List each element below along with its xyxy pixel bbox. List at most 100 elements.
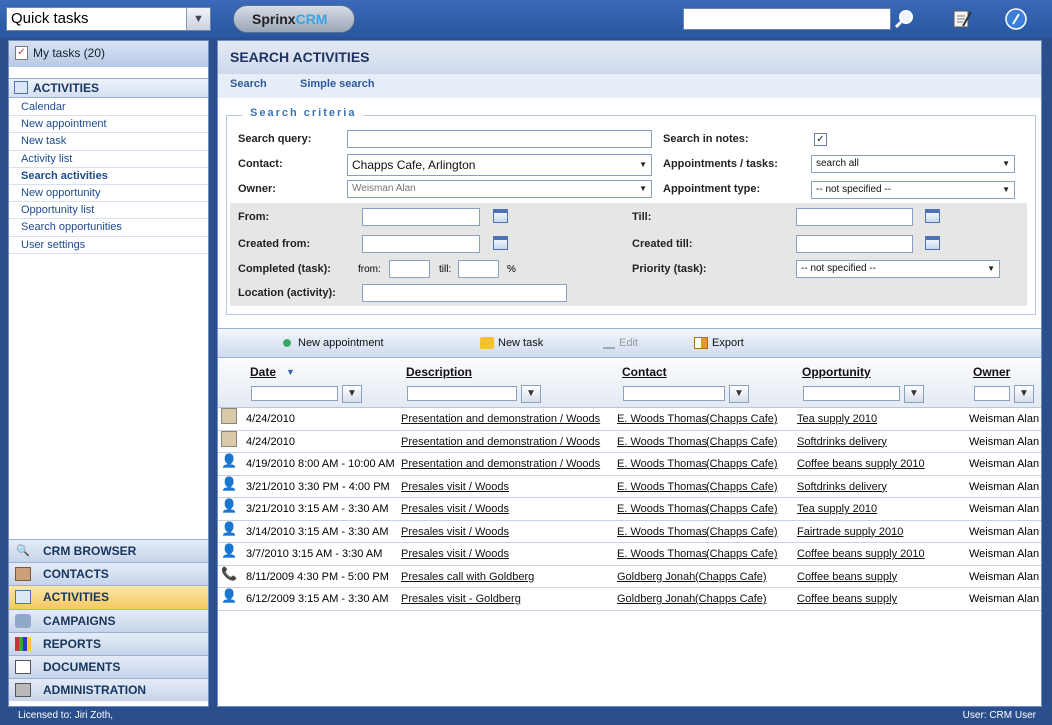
row-company-link[interactable]: (Chapps Cafe) (695, 566, 767, 588)
row-description-link[interactable]: Presales call with Goldberg (401, 566, 534, 588)
sidebar-item-search-activities[interactable]: Search activities (9, 168, 208, 185)
new-appointment-button[interactable]: New appointment (280, 337, 384, 350)
chevron-down-icon[interactable]: ▼ (186, 8, 210, 30)
calendar-picker-icon[interactable] (925, 209, 940, 223)
row-opportunity-link[interactable]: Softdrinks delivery (797, 431, 887, 453)
appointment-type-select[interactable]: -- not specified -- (811, 181, 1015, 199)
row-contact-link[interactable]: E. Woods Thomas (617, 453, 707, 475)
quick-tasks-select[interactable]: Quick tasks (6, 7, 211, 31)
row-company-link[interactable]: (Chapps Cafe) (706, 498, 778, 520)
row-company-link[interactable]: (Chapps Cafe) (706, 476, 778, 498)
row-opportunity-link[interactable]: Softdrinks delivery (797, 476, 887, 498)
filter-icon[interactable]: ▼ (1014, 385, 1034, 403)
nav-crm-browser[interactable]: 🔍 CRM BROWSER (9, 539, 208, 563)
date-filter-input[interactable] (251, 386, 338, 401)
table-row[interactable]: 4/24/2010 Presentation and demonstration … (218, 408, 1041, 431)
table-row[interactable]: 4/24/2010 Presentation and demonstration … (218, 430, 1041, 453)
new-task-button[interactable]: New task (480, 337, 543, 350)
column-description[interactable]: Description (406, 365, 472, 379)
filter-icon[interactable]: ▼ (904, 385, 924, 403)
row-description-link[interactable]: Presales visit / Woods (401, 476, 509, 498)
description-filter-input[interactable] (407, 386, 517, 401)
search-in-notes-checkbox[interactable]: ✓ (814, 133, 827, 146)
filter-icon[interactable]: ▼ (729, 385, 749, 403)
owner-filter-input[interactable] (974, 386, 1010, 401)
table-row[interactable]: 👤 3/14/2010 3:15 AM - 3:30 AM Presales vis… (218, 521, 1041, 543)
row-opportunity-link[interactable]: Coffee beans supply 2010 (797, 453, 925, 475)
completed-till-input[interactable] (458, 260, 499, 278)
table-row[interactable]: 👤 3/7/2010 3:15 AM - 3:30 AM Presales visi… (218, 543, 1041, 566)
row-company-link[interactable]: (Chapps Cafe) (695, 588, 767, 610)
nav-administration[interactable]: ADMINISTRATION (9, 678, 208, 702)
tab-search[interactable]: Search (230, 78, 267, 90)
nav-reports[interactable]: REPORTS (9, 631, 208, 655)
nav-documents[interactable]: DOCUMENTS (9, 654, 208, 679)
global-search-input[interactable] (683, 8, 891, 30)
row-description-link[interactable]: Presales visit / Woods (401, 521, 509, 543)
table-row[interactable]: 👤 3/21/2010 3:15 AM - 3:30 AM Presales vis… (218, 498, 1041, 521)
row-description-link[interactable]: Presales visit - Goldberg (401, 588, 521, 610)
tab-simple-search[interactable]: Simple search (300, 78, 375, 90)
row-company-link[interactable]: (Chapps Cafe) (706, 521, 778, 543)
row-contact-link[interactable]: Goldberg Jonah (617, 566, 695, 588)
row-company-link[interactable]: (Chapps Cafe) (706, 408, 778, 430)
row-opportunity-link[interactable]: Coffee beans supply (797, 588, 897, 610)
filter-icon[interactable]: ▼ (342, 385, 362, 403)
column-date[interactable]: Date (250, 365, 276, 379)
owner-select[interactable]: Weisman Alan (347, 180, 652, 198)
location-input[interactable] (362, 284, 567, 302)
row-description-link[interactable]: Presentation and demonstration / Woods (401, 408, 600, 430)
row-contact-link[interactable]: E. Woods Thomas (617, 408, 707, 430)
calendar-picker-icon[interactable] (493, 209, 508, 223)
search-icon[interactable] (893, 8, 915, 30)
table-row[interactable]: 👤 4/19/2010 8:00 AM - 10:00 AM Presentatio… (218, 453, 1041, 476)
row-contact-link[interactable]: E. Woods Thomas (617, 431, 707, 453)
contact-filter-input[interactable] (623, 386, 725, 401)
appointments-tasks-select[interactable]: search all (811, 155, 1015, 173)
sidebar-item-calendar[interactable]: Calendar (9, 99, 208, 117)
row-opportunity-link[interactable]: Coffee beans supply (797, 566, 897, 588)
sprinx-crm-logo[interactable]: SprinxCRM (233, 5, 355, 33)
activities-section-header[interactable]: ACTIVITIES (9, 78, 208, 98)
created-from-input[interactable] (362, 235, 480, 253)
sort-desc-icon[interactable]: ▼ (286, 367, 295, 377)
row-contact-link[interactable]: E. Woods Thomas (617, 521, 707, 543)
completed-from-input[interactable] (389, 260, 430, 278)
row-opportunity-link[interactable]: Coffee beans supply 2010 (797, 543, 925, 565)
nav-contacts[interactable]: CONTACTS (9, 562, 208, 586)
table-row[interactable]: 📞 8/11/2009 4:30 PM - 5:00 PM Presales cal… (218, 566, 1041, 588)
row-company-link[interactable]: (Chapps Cafe) (706, 453, 778, 475)
nav-activities[interactable]: ACTIVITIES (9, 585, 208, 609)
edit-button[interactable]: Edit (603, 337, 638, 350)
nav-campaigns[interactable]: CAMPAIGNS (9, 608, 208, 632)
row-company-link[interactable]: (Chapps Cafe) (706, 543, 778, 565)
search-query-input[interactable] (347, 130, 652, 148)
my-tasks-link[interactable]: ✓ My tasks (20) (9, 41, 208, 67)
column-contact[interactable]: Contact (622, 365, 667, 379)
column-opportunity[interactable]: Opportunity (802, 365, 871, 379)
row-contact-link[interactable]: Goldberg Jonah (617, 588, 695, 610)
calendar-picker-icon[interactable] (925, 236, 940, 250)
sidebar-item-user-settings[interactable]: User settings (9, 237, 208, 254)
row-description-link[interactable]: Presales visit / Woods (401, 543, 509, 565)
sidebar-item-search-opportunities[interactable]: Search opportunities (9, 219, 208, 237)
row-description-link[interactable]: Presentation and demonstration / Woods (401, 453, 600, 475)
sidebar-item-new-task[interactable]: New task (9, 133, 208, 151)
table-row[interactable]: 👤 6/12/2009 3:15 AM - 3:30 AM Presales vis… (218, 588, 1041, 611)
sidebar-item-new-opportunity[interactable]: New opportunity (9, 185, 208, 203)
row-opportunity-link[interactable]: Fairtrade supply 2010 (797, 521, 903, 543)
help-icon[interactable] (1004, 7, 1028, 31)
table-row[interactable]: 👤 3/21/2010 3:30 PM - 4:00 PM Presales vis… (218, 476, 1041, 498)
row-opportunity-link[interactable]: Tea supply 2010 (797, 408, 877, 430)
priority-select[interactable]: -- not specified -- (796, 260, 1000, 278)
sidebar-item-opportunity-list[interactable]: Opportunity list (9, 202, 208, 220)
notepad-icon[interactable] (950, 7, 974, 31)
row-contact-link[interactable]: E. Woods Thomas (617, 498, 707, 520)
sidebar-item-new-appointment[interactable]: New appointment (9, 116, 208, 134)
row-contact-link[interactable]: E. Woods Thomas (617, 476, 707, 498)
column-owner[interactable]: Owner (973, 365, 1010, 379)
created-till-input[interactable] (796, 235, 913, 253)
row-opportunity-link[interactable]: Tea supply 2010 (797, 498, 877, 520)
contact-select[interactable]: Chapps Cafe, Arlington (347, 154, 652, 176)
calendar-picker-icon[interactable] (493, 236, 508, 250)
